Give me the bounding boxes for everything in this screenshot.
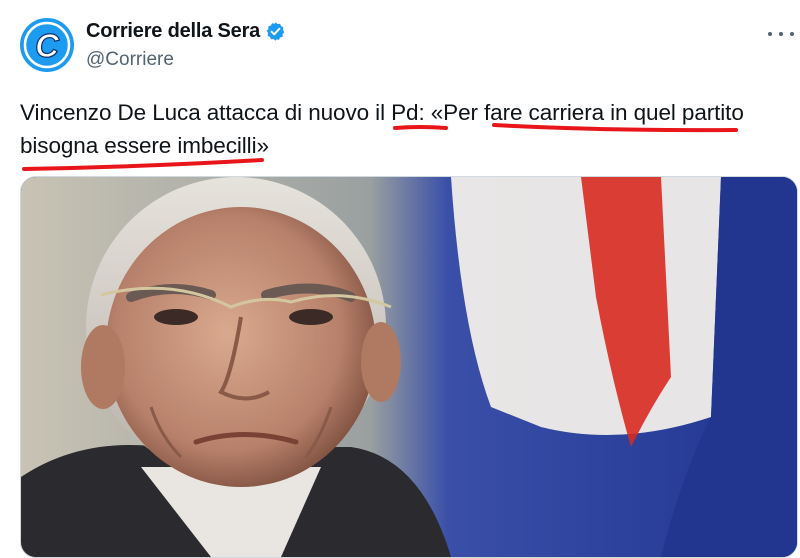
handle[interactable]: @Corriere bbox=[86, 49, 286, 71]
more-dot bbox=[790, 32, 794, 36]
more-dot bbox=[779, 32, 783, 36]
tweet-card[interactable]: C Corriere della Sera @Corriere Vincenzo… bbox=[0, 0, 800, 558]
verified-badge-icon bbox=[266, 21, 285, 41]
tweet-photo[interactable] bbox=[20, 176, 798, 558]
svg-text:C: C bbox=[35, 27, 60, 64]
avatar[interactable]: C bbox=[20, 18, 74, 72]
more-horizontal-icon bbox=[768, 32, 772, 36]
display-name[interactable]: Corriere della Sera bbox=[86, 20, 260, 43]
tweet-text: Vincenzo De Luca attacca di nuovo il Pd:… bbox=[20, 100, 744, 158]
more-options-button[interactable] bbox=[768, 22, 794, 46]
author-block: Corriere della Sera @Corriere bbox=[86, 19, 286, 71]
corriere-c-logo-icon: C bbox=[20, 18, 74, 72]
photo-portrait-icon bbox=[21, 177, 797, 557]
